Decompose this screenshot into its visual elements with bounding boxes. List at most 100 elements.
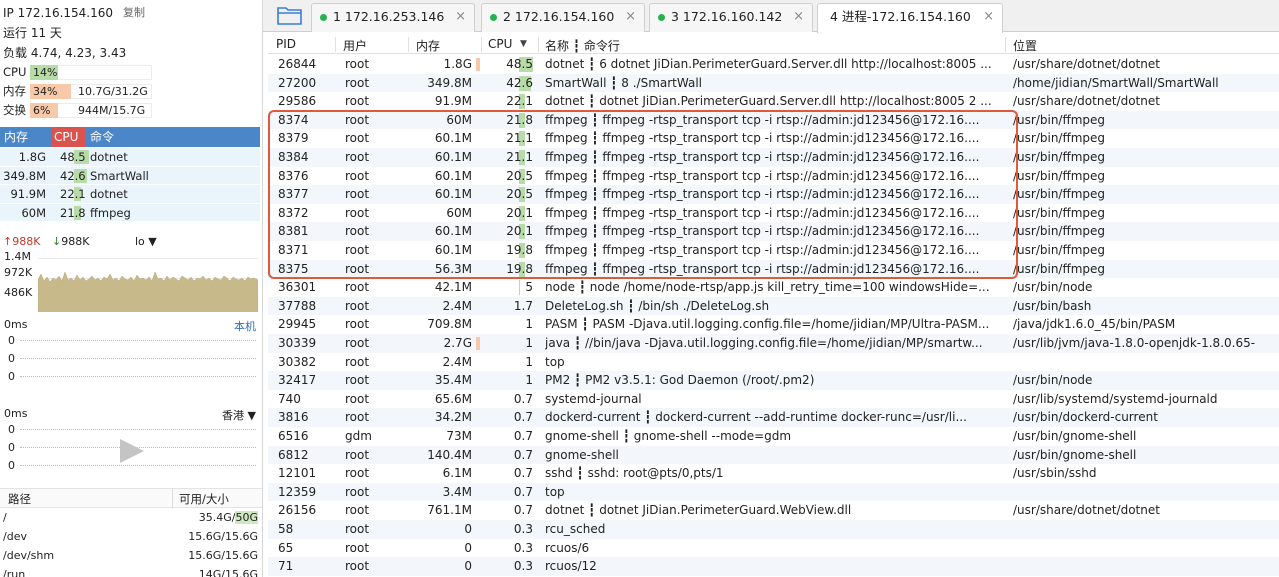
latency-local-target[interactable]: 本机 — [234, 318, 256, 334]
cell-cpu: 1 — [525, 373, 533, 388]
table-row[interactable]: 8376 root 60.1M 20.5 ffmpeg ┇ ffmpeg -rtsp_t… — [268, 167, 1279, 186]
tab-1[interactable]: 1 172.16.253.146 × — [311, 3, 475, 32]
list-item[interactable]: 1.8G 48.5 dotnet — [0, 148, 260, 167]
list-item[interactable]: 349.8M 42.6 SmartWall — [0, 166, 260, 186]
table-row[interactable]: 27200 root 349.8M 42.6 SmartWall ┇ 8 ./Smart… — [268, 73, 1279, 93]
col-user[interactable]: 用户 — [343, 37, 367, 54]
close-icon[interactable]: × — [625, 4, 636, 30]
disk-row[interactable]: / 35.4G/50G — [0, 508, 262, 527]
disk-path: /dev — [3, 530, 27, 543]
table-row[interactable]: 36301 root 42.1M 5 node ┇ node /home/node-rt… — [268, 278, 1279, 297]
swap-meter: 交换 6% 944M/15.7G — [0, 101, 262, 120]
cell-command: rcu_sched — [545, 522, 606, 536]
cell-pid: 71 — [278, 559, 294, 574]
close-icon[interactable]: × — [455, 4, 466, 30]
cell-location: /usr/share/dotnet/dotnet — [1013, 94, 1160, 109]
table-row[interactable]: 26156 root 761.1M 0.7 dotnet ┇ dotnet JiDian… — [268, 501, 1279, 520]
cpu-meter-label: CPU — [3, 65, 27, 79]
table-row[interactable]: 8377 root 60.1M 20.5 ffmpeg ┇ ffmpeg -rtsp_t… — [268, 185, 1279, 204]
cell-pid: 37788 — [278, 298, 317, 313]
table-row[interactable]: 8372 root 60M 20.1 ffmpeg ┇ ffmpeg -rtsp_tra… — [268, 204, 1279, 223]
table-row[interactable]: 58 root 0 0.3 rcu_sched — [268, 520, 1279, 539]
cell-mem: 140.4M — [427, 447, 472, 462]
swap-meter-label: 交换 — [3, 103, 26, 117]
cell-cpu: 1 — [525, 354, 533, 369]
table-row[interactable]: 37788 root 2.4M 1.7 DeleteLog.sh ┇ /bin/sh .… — [268, 296, 1279, 316]
play-icon[interactable] — [118, 437, 146, 465]
process-name: dotnet — [90, 187, 128, 202]
tab-label: 1 172.16.253.146 — [333, 9, 445, 24]
col-mem[interactable]: 内存 — [416, 37, 440, 54]
table-row[interactable]: 12101 root 6.1M 0.7 sshd ┇ sshd: root@pts/0,… — [268, 464, 1279, 483]
table-row[interactable]: 8374 root 60M 21.8 ffmpeg ┇ ffmpeg -rtsp_tra… — [268, 110, 1279, 130]
folder-icon[interactable] — [277, 5, 303, 25]
cell-location: /usr/lib/jvm/java-1.8.0-openjdk-1.8.0.65… — [1013, 336, 1256, 350]
download-legend: ↓988K — [52, 235, 90, 248]
table-row[interactable]: 8381 root 60.1M 20.1 ffmpeg ┇ ffmpeg -rtsp_t… — [268, 222, 1279, 241]
table-row[interactable]: 29586 root 91.9M 22.1 dotnet ┇ dotnet JiDian… — [268, 92, 1279, 111]
cell-mem: 42.1M — [434, 280, 472, 295]
disk-usage: 35.4G/50G — [199, 508, 258, 527]
cell-command: dotnet ┇ dotnet JiDian.PerimeterGuard.Se… — [545, 94, 992, 109]
table-row[interactable]: 30382 root 2.4M 1 top — [268, 353, 1279, 372]
close-icon[interactable]: × — [983, 4, 994, 30]
list-item[interactable]: 60M 21.8 ffmpeg — [0, 203, 260, 223]
disk-row[interactable]: /run 14G/15.6G — [0, 565, 262, 577]
cell-mem: 60.1M — [434, 224, 472, 239]
col-pid[interactable]: PID — [276, 37, 296, 51]
cell-command: systemd-journal — [545, 391, 642, 406]
interface-select[interactable]: lo ▼ — [135, 235, 157, 248]
table-row[interactable]: 8384 root 60.1M 21.1 ffmpeg ┇ ffmpeg -rtsp_t… — [268, 148, 1279, 167]
table-row[interactable]: 26844 root 1.8G 48.5 dotnet ┇ 6 dotnet JiDia… — [268, 55, 1279, 74]
table-row[interactable]: 8371 root 60.1M 19.8 ffmpeg ┇ ffmpeg -rtsp_t… — [268, 241, 1279, 260]
close-icon[interactable]: × — [793, 4, 804, 30]
tab-2[interactable]: 2 172.16.154.160 × — [481, 3, 645, 32]
tab-3[interactable]: 3 172.16.160.142 × — [649, 3, 813, 32]
table-row[interactable]: 8375 root 56.3M 19.8 ffmpeg ┇ ffmpeg -rtsp_t… — [268, 259, 1279, 279]
cell-cpu: 42.6 — [506, 75, 533, 90]
cell-mem: 0 — [464, 559, 472, 574]
command-column: 命令 — [90, 130, 115, 144]
cell-user: root — [345, 150, 370, 164]
table-row[interactable]: 30339 root 2.7G 1 java ┇ //bin/java -Djava.u… — [268, 334, 1279, 353]
cell-cpu: 20.1 — [506, 205, 533, 220]
cell-user: root — [345, 373, 370, 388]
cell-pid: 8372 — [278, 205, 309, 220]
table-row[interactable]: 8379 root 60.1M 21.1 ffmpeg ┇ ffmpeg -rtsp_t… — [268, 129, 1279, 148]
disk-rows: / 35.4G/50G/dev 15.6G/15.6G/dev/shm 15.6G/1… — [0, 508, 262, 577]
cell-command: ffmpeg ┇ ffmpeg -rtsp_transport tcp -i r… — [545, 224, 980, 239]
cell-mem: 60M — [446, 112, 472, 127]
col-command[interactable]: 名称 ┇ 命令行 — [545, 37, 620, 54]
table-row[interactable]: 6812 root 140.4M 0.7 gnome-shell/usr/bin/gno… — [268, 445, 1279, 465]
interface-name: lo — [135, 235, 145, 248]
sort-by-cpu[interactable]: CPU — [51, 127, 85, 147]
table-row[interactable]: 29945 root 709.8M 1 PASM ┇ PASM -Djava.util.… — [268, 315, 1279, 334]
cell-pid: 65 — [278, 540, 294, 555]
list-item[interactable]: 91.9M 22.1 dotnet — [0, 185, 260, 204]
chevron-down-icon: ▼ — [148, 235, 157, 248]
cell-location: /java/jdk1.6.0_45/bin/PASM — [1013, 317, 1176, 332]
table-row[interactable]: 12359 root 3.4M 0.7 top — [268, 482, 1279, 502]
col-cpu[interactable]: CPU — [488, 37, 512, 51]
cell-location: /usr/bin/ffmpeg — [1013, 187, 1106, 202]
table-row[interactable]: 3816 root 34.2M 0.7 dockerd-current ┇ docker… — [268, 408, 1279, 427]
cell-command: top — [545, 354, 565, 369]
cell-user: root — [345, 354, 370, 369]
latency-hk-target[interactable]: 香港 ▼ — [222, 407, 256, 423]
disk-row[interactable]: /dev/shm 15.6G/15.6G — [0, 546, 262, 565]
table-row[interactable]: 71 root 0 0.3 rcuos/12 — [268, 557, 1279, 576]
sort-by-mem[interactable]: 内存 — [4, 127, 28, 147]
cell-command: PM2 ┇ PM2 v3.5.1: God Daemon (/root/.pm2… — [545, 373, 815, 388]
copy-button[interactable]: 复制 — [123, 3, 145, 23]
disk-size-header: 可用/大小 — [172, 489, 229, 509]
table-row[interactable]: 32417 root 35.4M 1 PM2 ┇ PM2 v3.5.1: God Dae… — [268, 371, 1279, 390]
table-row[interactable]: 65 root 0 0.3 rcuos/6 — [268, 539, 1279, 558]
col-location[interactable]: 位置 — [1013, 37, 1037, 54]
table-row[interactable]: 740 root 65.6M 0.7 systemd-journal/usr/lib/s… — [268, 390, 1279, 409]
table-row[interactable]: 6516 gdm 73M 0.7 gnome-shell ┇ gnome-shell -… — [268, 427, 1279, 446]
tab-4[interactable]: 4 进程-172.16.154.160 × — [817, 3, 1003, 33]
cell-pid: 6516 — [278, 429, 309, 443]
disk-row[interactable]: /dev 15.6G/15.6G — [0, 527, 262, 546]
cell-cpu: 19.8 — [506, 261, 533, 276]
process-mem: 91.9M — [10, 187, 46, 202]
